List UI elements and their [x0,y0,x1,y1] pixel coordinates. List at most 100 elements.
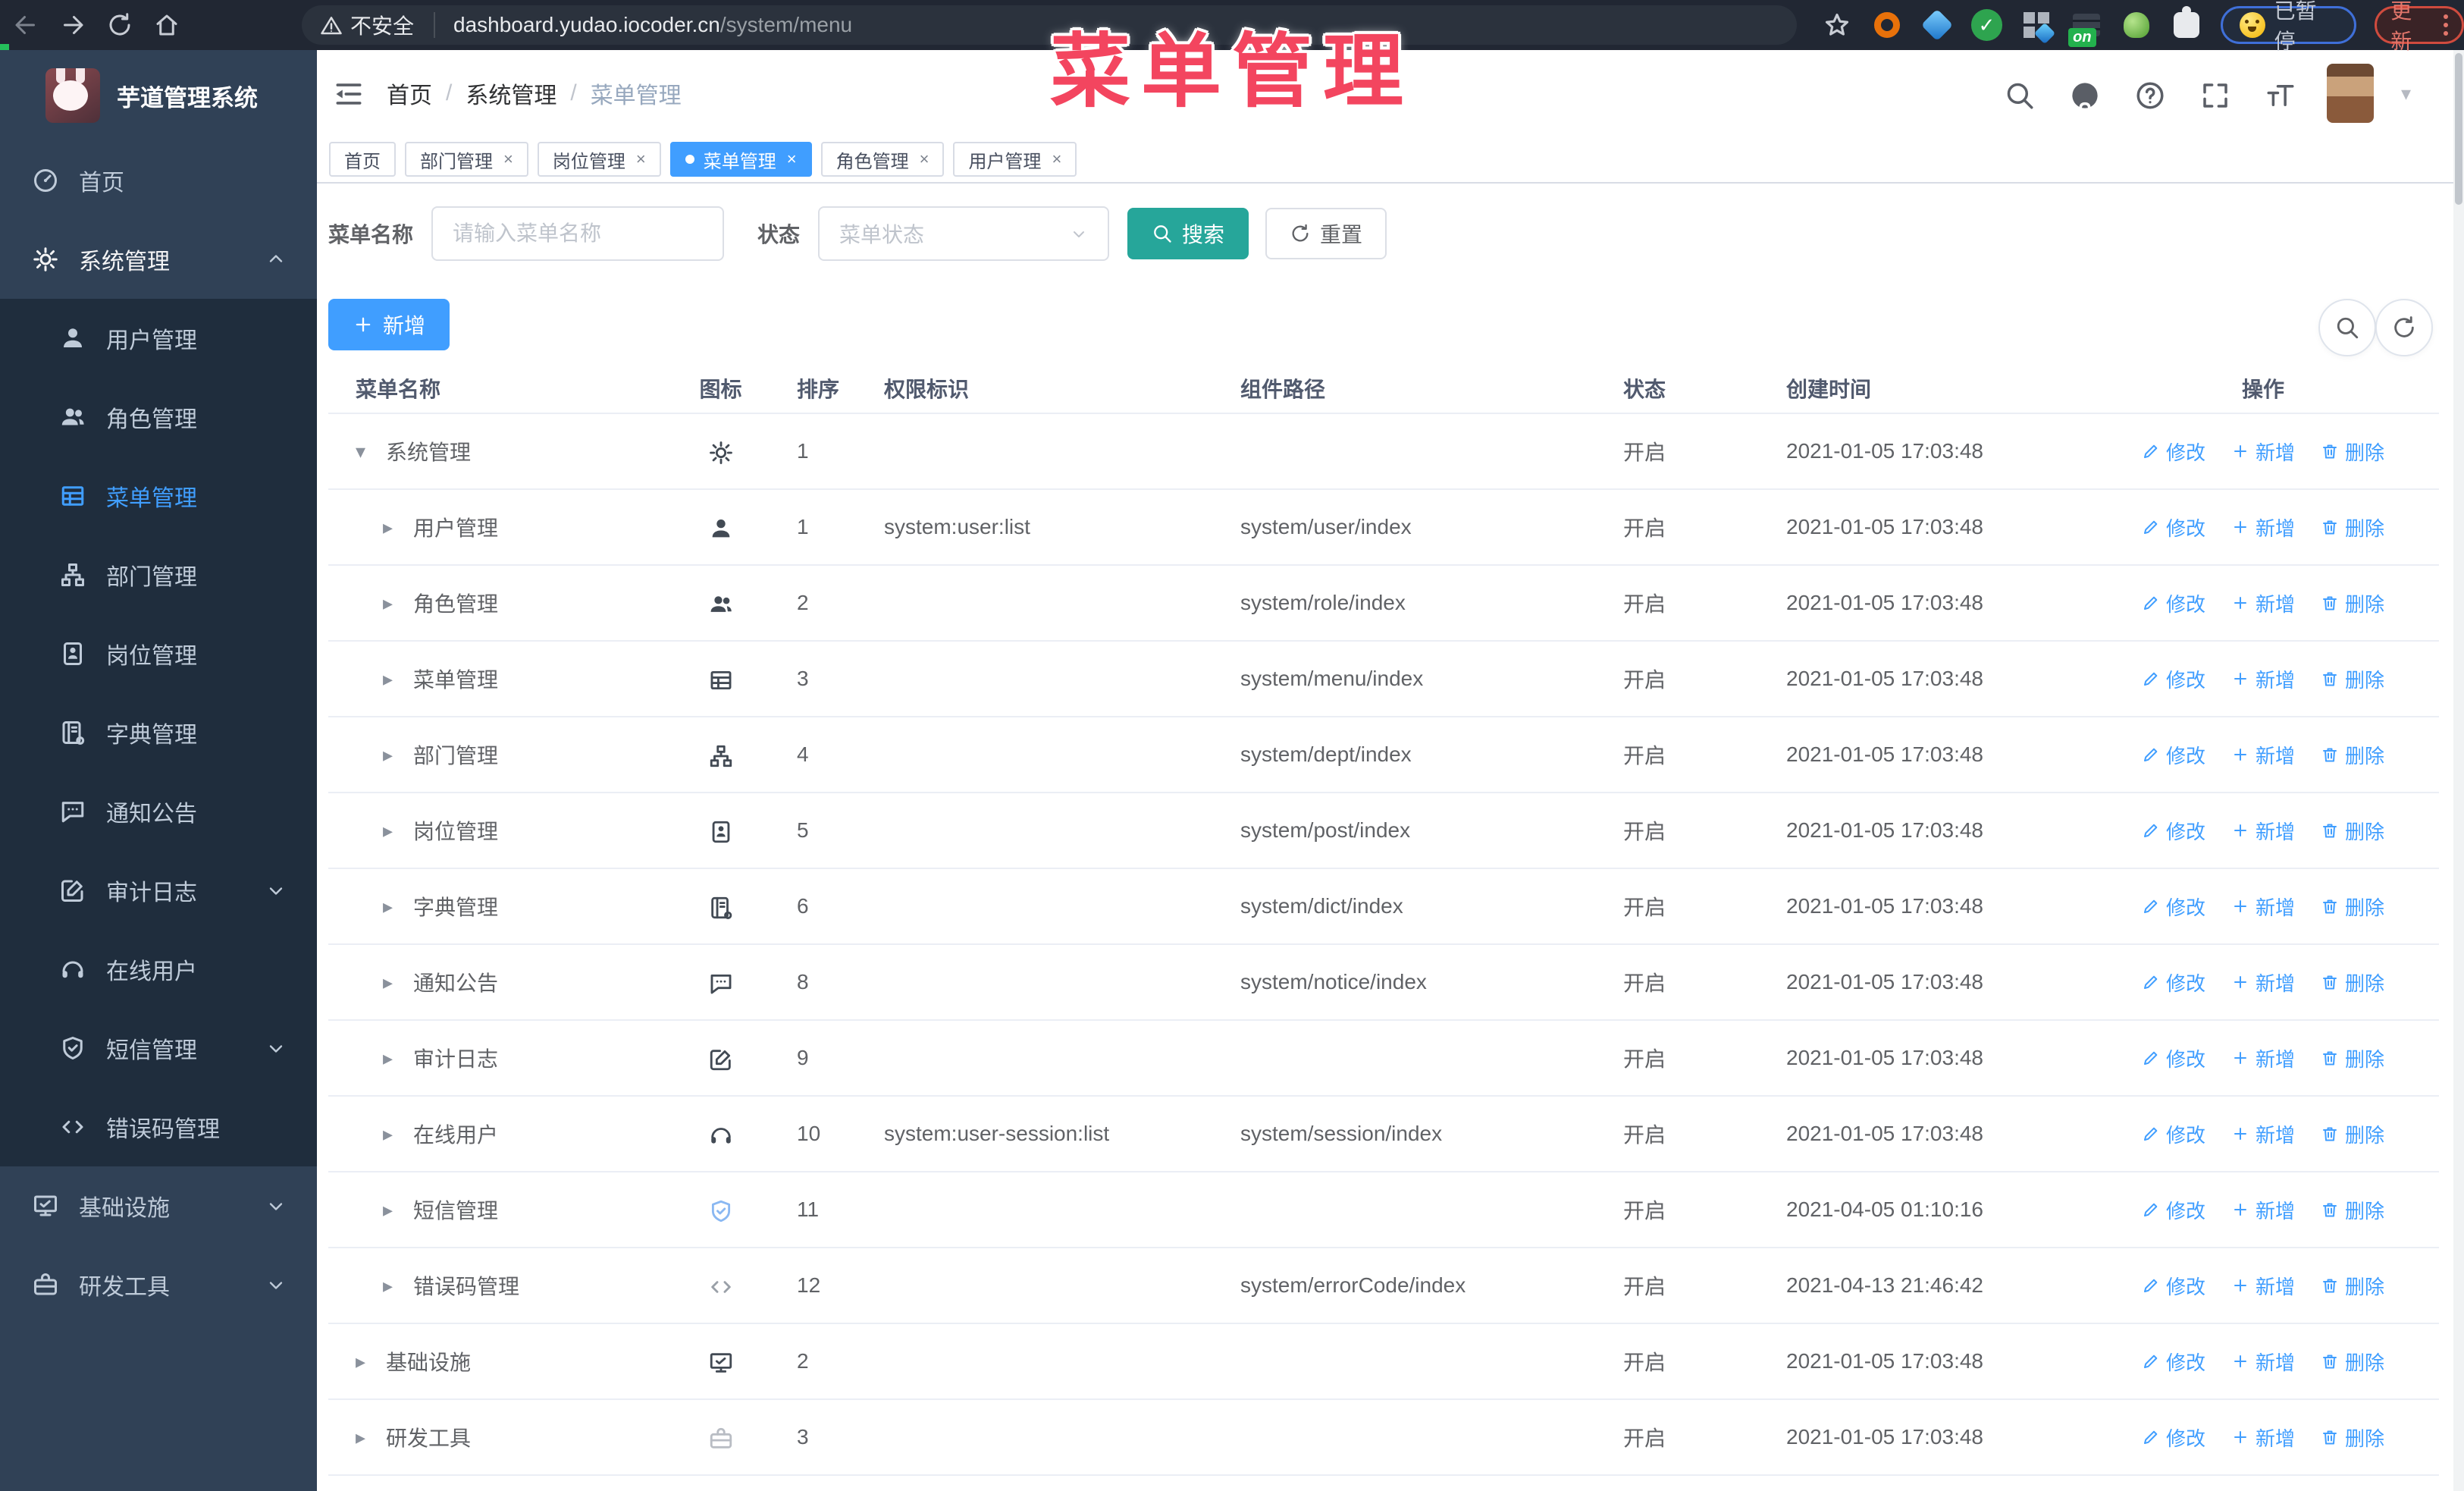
add-button[interactable]: 新增 [328,299,450,350]
sidebar-item-notice[interactable]: 通知公告 [0,772,317,851]
extension-check-icon[interactable]: ✓ [1970,9,2003,41]
bookmark-star-icon[interactable] [1821,9,1853,41]
sidebar-item-user[interactable]: 用户管理 [0,299,317,378]
extension-gem-icon[interactable] [1920,8,1953,42]
sidebar-item-sms[interactable]: 短信管理 [0,1009,317,1088]
delete-link[interactable]: 删除 [2321,1348,2384,1376]
delete-link[interactable]: 删除 [2321,1424,2384,1452]
fullscreen-icon[interactable] [2196,75,2234,111]
edit-link[interactable]: 修改 [2142,1272,2205,1300]
header-search-icon[interactable] [2001,75,2039,111]
edit-link[interactable]: 修改 [2142,1044,2205,1072]
edit-link[interactable]: 修改 [2142,968,2205,997]
close-tab-icon[interactable]: × [1052,149,1061,169]
sidebar-item-audit[interactable]: 审计日志 [0,851,317,930]
sidebar-item-post[interactable]: 岗位管理 [0,614,317,693]
add-link[interactable]: 新增 [2231,1424,2295,1452]
add-link[interactable]: 新增 [2231,665,2295,693]
browser-update-button[interactable]: 更新 [2375,0,2464,53]
scrollbar-thumb[interactable] [2455,53,2462,205]
edit-link[interactable]: 修改 [2142,893,2205,921]
delete-link[interactable]: 删除 [2321,438,2384,466]
collapse-caret[interactable]: ▾ [356,440,375,463]
expand-caret[interactable]: ▸ [383,592,403,615]
help-icon[interactable] [2131,75,2169,111]
add-link[interactable]: 新增 [2231,589,2295,617]
sidebar-item-errcode[interactable]: 错误码管理 [0,1088,317,1166]
sidebar-item-system[interactable]: 系统管理 [0,220,317,299]
avatar-caret-icon[interactable]: ▾ [2401,82,2411,105]
edit-link[interactable]: 修改 [2142,438,2205,466]
reset-button[interactable]: 重置 [1265,208,1387,259]
edit-link[interactable]: 修改 [2142,589,2205,617]
sidebar-item-devtool[interactable]: 研发工具 [0,1245,317,1324]
add-link[interactable]: 新增 [2231,1120,2295,1148]
expand-caret[interactable]: ▸ [383,667,403,691]
expand-caret[interactable]: ▸ [383,516,403,539]
expand-caret[interactable]: ▸ [383,1274,403,1298]
user-avatar[interactable] [2326,64,2374,123]
delete-link[interactable]: 删除 [2321,1272,2384,1300]
refresh-table-button[interactable] [2375,299,2433,356]
add-link[interactable]: 新增 [2231,438,2295,466]
add-link[interactable]: 新增 [2231,1196,2295,1224]
close-tab-icon[interactable]: × [503,149,513,169]
expand-caret[interactable]: ▸ [383,743,403,767]
expand-caret[interactable]: ▸ [383,971,403,994]
add-link[interactable]: 新增 [2231,968,2295,997]
delete-link[interactable]: 删除 [2321,817,2384,845]
extension-key-icon[interactable] [2121,9,2152,41]
edit-link[interactable]: 修改 [2142,513,2205,541]
sidebar-item-role[interactable]: 角色管理 [0,378,317,457]
edit-link[interactable]: 修改 [2142,741,2205,769]
edit-link[interactable]: 修改 [2142,817,2205,845]
extension-orange-icon[interactable] [1871,9,1903,41]
delete-link[interactable]: 删除 [2321,1044,2384,1072]
edit-link[interactable]: 修改 [2142,665,2205,693]
extension-grid-icon[interactable] [2020,9,2052,41]
edit-link[interactable]: 修改 [2142,1120,2205,1148]
extension-puzzle-icon[interactable] [2171,6,2202,41]
sidebar-item-dict[interactable]: 字典管理 [0,693,317,772]
collapse-sidebar-icon[interactable] [331,76,367,112]
delete-link[interactable]: 删除 [2321,893,2384,921]
tab-dept[interactable]: 部门管理 × [405,142,528,177]
browser-forward-icon[interactable] [52,4,94,46]
toggle-search-button[interactable] [2318,299,2376,356]
delete-link[interactable]: 删除 [2321,589,2384,617]
delete-link[interactable]: 删除 [2321,665,2384,693]
sidebar-item-online[interactable]: 在线用户 [0,930,317,1009]
status-select[interactable]: 菜单状态 [818,206,1110,261]
security-chip[interactable]: 不安全 [302,12,436,38]
profile-paused-badge[interactable]: 已暂停 [2220,0,2357,53]
expand-caret[interactable]: ▸ [356,1426,375,1449]
edit-link[interactable]: 修改 [2142,1348,2205,1376]
tab-user[interactable]: 用户管理 × [953,142,1077,177]
add-link[interactable]: 新增 [2231,513,2295,541]
expand-caret[interactable]: ▸ [356,1350,375,1373]
delete-link[interactable]: 删除 [2321,513,2384,541]
tab-post[interactable]: 岗位管理 × [537,142,661,177]
add-link[interactable]: 新增 [2231,741,2295,769]
delete-link[interactable]: 删除 [2321,1196,2384,1224]
sidebar-item-dept[interactable]: 部门管理 [0,535,317,614]
expand-caret[interactable]: ▸ [383,895,403,918]
edit-link[interactable]: 修改 [2142,1424,2205,1452]
close-tab-icon[interactable]: × [636,149,646,169]
expand-caret[interactable]: ▸ [383,1198,403,1222]
sidebar-item-home[interactable]: 首页 [0,141,317,220]
add-link[interactable]: 新增 [2231,1044,2295,1072]
add-link[interactable]: 新增 [2231,1348,2295,1376]
tab-menu[interactable]: 菜单管理 × [669,142,812,177]
github-icon[interactable] [2066,75,2104,111]
extension-server-icon[interactable]: on [2068,9,2102,47]
browser-reload-icon[interactable] [99,4,141,46]
sidebar-item-menu[interactable]: 菜单管理 [0,457,317,535]
expand-caret[interactable]: ▸ [383,819,403,843]
expand-caret[interactable]: ▸ [383,1047,403,1070]
menu-name-input[interactable] [431,206,725,261]
add-link[interactable]: 新增 [2231,1272,2295,1300]
tab-home[interactable]: 首页 [329,142,396,177]
tab-role[interactable]: 角色管理 × [820,142,945,177]
search-button[interactable]: 搜索 [1127,208,1249,259]
